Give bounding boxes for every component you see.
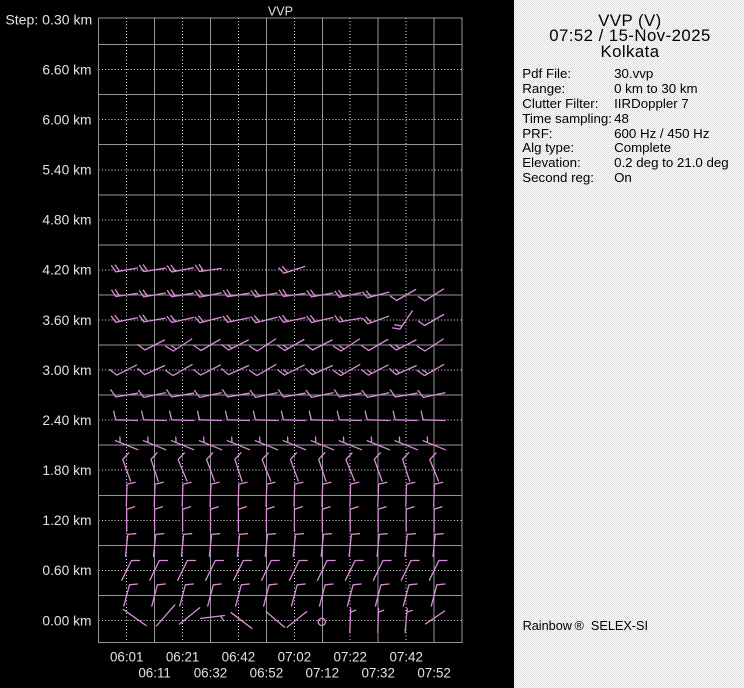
svg-text:3.60 km: 3.60 km — [42, 313, 91, 328]
svg-text:4.20 km: 4.20 km — [42, 263, 91, 278]
svg-text:5.40 km: 5.40 km — [42, 163, 91, 178]
svg-text:07:52: 07:52 — [417, 666, 451, 681]
svg-text:Step: 0.30 km: Step: 0.30 km — [5, 11, 92, 27]
svg-text:06:01: 06:01 — [110, 650, 144, 665]
svg-text:06:52: 06:52 — [250, 666, 284, 681]
svg-text:0.60 km: 0.60 km — [42, 563, 91, 578]
svg-text:VVP: VVP — [268, 4, 293, 18]
svg-text:1.80 km: 1.80 km — [42, 463, 91, 478]
svg-text:0.00 km: 0.00 km — [42, 613, 91, 628]
svg-text:07:12: 07:12 — [306, 666, 340, 681]
svg-text:4.80 km: 4.80 km — [42, 213, 91, 228]
svg-text:6.00 km: 6.00 km — [42, 113, 91, 128]
svg-text:6.60 km: 6.60 km — [42, 62, 91, 77]
svg-text:2.40 km: 2.40 km — [42, 413, 91, 428]
svg-text:06:32: 06:32 — [194, 666, 228, 681]
svg-text:07:02: 07:02 — [278, 650, 312, 665]
svg-text:06:42: 06:42 — [222, 650, 256, 665]
svg-text:3.00 km: 3.00 km — [42, 363, 91, 378]
svg-text:06:21: 06:21 — [166, 650, 200, 665]
svg-text:07:32: 07:32 — [361, 666, 395, 681]
svg-text:1.20 km: 1.20 km — [42, 513, 91, 528]
svg-text:07:22: 07:22 — [333, 650, 367, 665]
svg-text:07:42: 07:42 — [389, 650, 423, 665]
svg-text:06:11: 06:11 — [138, 666, 171, 681]
